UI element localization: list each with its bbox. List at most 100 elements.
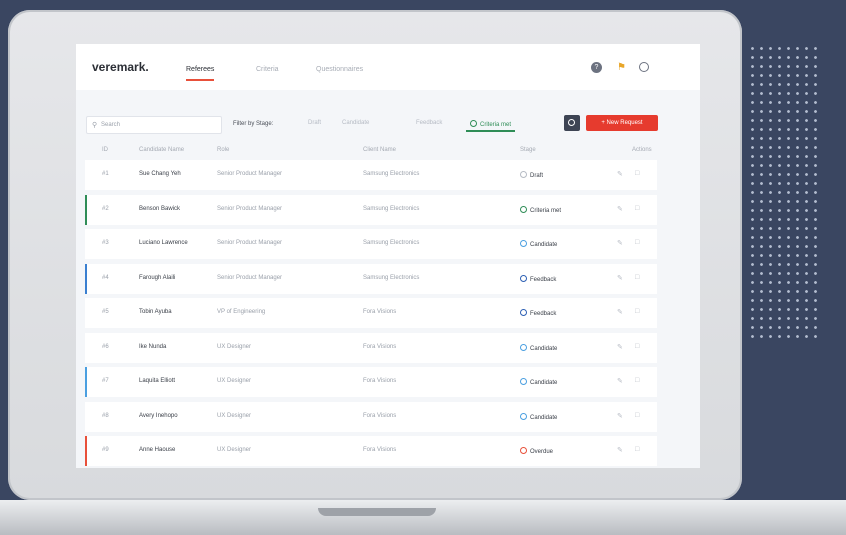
row-stage: Feedback — [520, 309, 556, 317]
trash-icon[interactable]: □ — [635, 377, 639, 384]
row-id: #5 — [102, 309, 109, 315]
row-role: Senior Product Manager — [217, 171, 283, 177]
row-accent — [85, 229, 87, 259]
edit-icon[interactable]: ✎ — [617, 308, 623, 316]
row-candidate-name[interactable]: Benson Bawick — [139, 206, 180, 212]
row-candidate-name[interactable]: Sue Chang Yeh — [139, 171, 181, 177]
check-circle-icon — [470, 120, 477, 127]
row-accent — [85, 402, 87, 432]
col-header-stage: Stage — [520, 147, 536, 153]
row-id: #1 — [102, 171, 109, 177]
row-stage-label: Candidate — [530, 414, 558, 421]
stage-status-icon — [520, 240, 527, 247]
row-stage: Criteria met — [520, 205, 562, 214]
row-role: VP of Engineering — [217, 309, 266, 315]
row-accent — [85, 436, 87, 466]
row-candidate-name[interactable]: Tobin Ayuba — [139, 309, 172, 315]
gear-icon — [568, 119, 575, 126]
edit-icon[interactable]: ✎ — [617, 170, 623, 178]
table-row[interactable]: #1 Sue Chang Yeh Senior Product Manager Sam… — [85, 160, 657, 190]
trash-icon[interactable]: □ — [635, 170, 639, 177]
row-stage: Overdue — [520, 447, 553, 455]
stage-status-icon — [520, 171, 527, 178]
search-input[interactable]: ⚲ Search — [86, 116, 222, 134]
row-id: #2 — [102, 205, 109, 212]
stage-status-icon — [520, 343, 527, 351]
table-row[interactable]: #2 Benson Bawick Senior Product Manager Sam… — [85, 194, 657, 225]
filter-feedback[interactable]: Feedback — [412, 118, 446, 128]
row-candidate-name[interactable]: Farough Alaili — [139, 275, 175, 281]
trash-icon[interactable]: □ — [635, 412, 639, 419]
new-request-button[interactable]: + New Request — [586, 115, 658, 131]
row-stage: Candidate — [520, 378, 557, 386]
settings-button[interactable] — [564, 115, 580, 131]
edit-icon[interactable]: ✎ — [617, 274, 623, 282]
table-row[interactable]: #6 Ike Nunda UX Designer Fora Visions Candid… — [85, 332, 657, 363]
laptop-notch — [318, 508, 436, 516]
dot-pattern-decoration — [748, 44, 818, 344]
table-row[interactable]: #7 Laquita Elliott UX Designer Fora Visions… — [85, 367, 657, 397]
col-header-client: Client Name — [363, 147, 397, 153]
edit-icon[interactable]: ✎ — [617, 412, 623, 420]
col-header-role: Role — [217, 147, 230, 153]
row-candidate-name[interactable]: Ike Nunda — [139, 344, 166, 350]
trash-icon[interactable]: □ — [635, 205, 639, 212]
trash-icon[interactable]: □ — [635, 446, 639, 453]
tab-referees[interactable]: Referees — [186, 66, 215, 81]
table-row[interactable]: #4 Farough Alaili Senior Product Manager Sa… — [85, 263, 657, 294]
trash-icon[interactable]: □ — [635, 239, 639, 246]
row-client: Samsung Electronics — [363, 205, 420, 212]
edit-icon[interactable]: ✎ — [617, 446, 623, 454]
edit-icon[interactable]: ✎ — [617, 343, 623, 351]
row-stage-label: Feedback — [530, 276, 557, 283]
filter-criteria-met-label: Criteria met — [480, 122, 512, 128]
laptop-base — [0, 500, 846, 535]
row-candidate-name[interactable]: Avery Inehopo — [139, 413, 178, 419]
row-client: Samsung Electronics — [363, 171, 420, 177]
col-header-name: Candidate Name — [139, 147, 185, 153]
trash-icon[interactable]: □ — [635, 274, 639, 281]
edit-icon[interactable]: ✎ — [617, 239, 623, 247]
edit-icon[interactable]: ✎ — [617, 377, 623, 385]
row-id: #8 — [102, 412, 109, 419]
table-row[interactable]: #3 Luciano Lawrence Senior Product Manager… — [85, 229, 657, 259]
row-stage-label: Candidate — [530, 380, 558, 386]
row-client: Fora Visions — [363, 378, 397, 384]
help-icon[interactable]: ? — [591, 62, 602, 73]
row-accent — [85, 263, 87, 294]
trash-icon[interactable]: □ — [635, 308, 639, 315]
row-role: UX Designer — [217, 447, 252, 453]
app-logo: veremark. — [92, 60, 149, 74]
tab-criteria[interactable]: Criteria — [256, 66, 279, 73]
row-stage-label: Criteria met — [530, 207, 562, 214]
filter-label: Filter by Stage: — [233, 121, 274, 127]
row-client: Fora Visions — [363, 343, 397, 350]
filter-candidate[interactable]: Candidate — [338, 118, 373, 128]
trash-icon[interactable]: □ — [635, 343, 639, 350]
stage-status-icon — [520, 412, 527, 420]
row-id: #6 — [102, 343, 109, 350]
bell-icon[interactable]: ⚑ — [616, 62, 627, 73]
table-row[interactable]: #5 Tobin Ayuba VP of Engineering Fora Visio… — [85, 298, 657, 328]
table-row[interactable]: #8 Avery Inehopo UX Designer Fora Visions Ca… — [85, 401, 657, 432]
row-accent — [85, 367, 87, 397]
row-accent — [85, 333, 87, 363]
col-header-id: ID — [102, 147, 108, 153]
row-candidate-name[interactable]: Luciano Lawrence — [139, 240, 188, 246]
tab-questionnaires[interactable]: Questionnaires — [316, 66, 363, 73]
row-stage: Candidate — [520, 412, 558, 421]
search-placeholder: Search — [101, 122, 121, 128]
filter-criteria-met[interactable]: Criteria met — [466, 118, 516, 132]
row-candidate-name[interactable]: Laquita Elliott — [139, 378, 175, 384]
user-icon[interactable] — [639, 62, 649, 72]
table-row[interactable]: #9 Anne Haouse UX Designer Fora Visions Over… — [85, 436, 657, 466]
row-role: UX Designer — [217, 378, 252, 384]
row-stage: Draft — [520, 171, 543, 179]
row-id: #7 — [102, 378, 109, 384]
row-client: Samsung Electronics — [363, 240, 420, 246]
filter-draft[interactable]: Draft — [304, 118, 325, 128]
row-role: Senior Product Manager — [217, 274, 283, 281]
row-id: #3 — [102, 240, 109, 246]
edit-icon[interactable]: ✎ — [617, 205, 623, 213]
row-candidate-name[interactable]: Anne Haouse — [139, 447, 175, 453]
